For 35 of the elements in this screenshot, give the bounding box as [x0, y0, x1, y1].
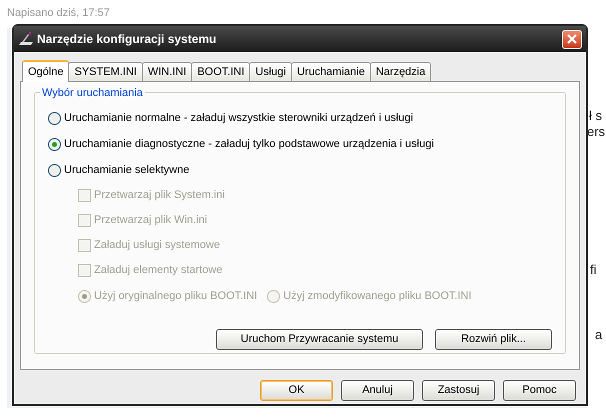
tab[interactable]: BOOT.INI	[191, 62, 250, 81]
dialog-button[interactable]: Anuluj	[341, 380, 414, 401]
radio-button[interactable]	[48, 138, 61, 150]
checkbox-label: Załaduj usługi systemowe	[94, 238, 220, 254]
dialog-button[interactable]: Zastosuj	[422, 380, 495, 401]
checkbox-label: Przetwarzaj plik System.ini	[94, 188, 225, 204]
tab[interactable]: Uruchamianie	[290, 62, 371, 81]
close-icon	[567, 34, 577, 44]
radio-button[interactable]	[48, 164, 61, 176]
radio-label: Użyj oryginalnego pliku BOOT.INI	[94, 288, 258, 304]
tools-icon	[18, 31, 34, 47]
radio-label: Uruchamianie normalne - załaduj wszystkie sterowniki urządzeń i usługi	[64, 110, 414, 126]
tab[interactable]: Usługi	[249, 62, 292, 81]
post-meta: Napisano dziś, 17:57	[6, 6, 111, 21]
radio-button[interactable]	[48, 112, 61, 124]
dialog-button[interactable]: Pomoc	[503, 380, 576, 401]
tab[interactable]: WIN.INI	[142, 62, 192, 81]
tab[interactable]: Ogólne	[22, 60, 70, 82]
dialog-button[interactable]: Rozwiń plik...	[435, 329, 552, 350]
post-text: ers	[587, 124, 606, 140]
checkbox-label: Przetwarzaj plik Win.ini	[94, 213, 208, 228]
dialog-button[interactable]: Uruchom Przywracanie systemu	[216, 329, 423, 350]
radio-label: Uruchamianie selektywne	[64, 162, 190, 178]
radio-label: Użyj zmodyfikowanego pliku BOOT.INI	[283, 288, 472, 304]
post-text: ł s	[588, 108, 603, 124]
group-title: Wybór uruchamiania	[40, 85, 145, 102]
checkbox-label: Załaduj elementy startowe	[94, 263, 222, 278]
post-text: fi	[589, 262, 598, 278]
post-text: a	[594, 327, 604, 343]
tab[interactable]: Narzędzia	[370, 62, 432, 81]
tab[interactable]: SYSTEM.INI	[68, 62, 143, 81]
close-button[interactable]	[562, 30, 582, 48]
dialog-button[interactable]: OK	[260, 380, 333, 401]
radio-label: Uruchamianie diagnostyczne - załaduj tylko podstawowe urządzenia i usługi	[64, 136, 434, 152]
window-title: Narzędzie konfiguracji systemu	[37, 31, 218, 48]
